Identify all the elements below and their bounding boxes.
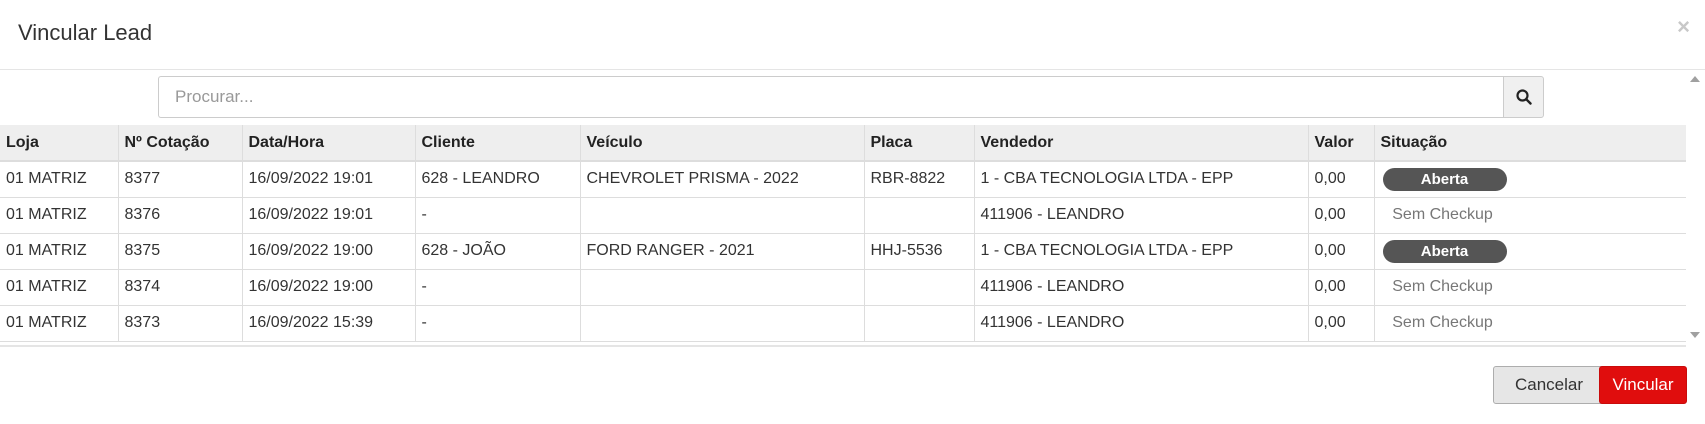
- cell-data-hora: 16/09/2022 19:00: [242, 269, 416, 305]
- cell-valor: 0,00: [1308, 161, 1375, 197]
- column-header-cotacao[interactable]: Nº Cotação: [118, 125, 243, 161]
- table-row[interactable]: 01 MATRIZ 8374 16/09/2022 19:00 - 411906…: [0, 269, 1686, 305]
- column-header-veiculo[interactable]: Veículo: [580, 125, 865, 161]
- cell-veiculo: [580, 305, 865, 341]
- cell-data-hora: 16/09/2022 19:01: [242, 197, 416, 233]
- table-row[interactable]: 01 MATRIZ 8373 16/09/2022 15:39 - 411906…: [0, 305, 1686, 341]
- vincular-button[interactable]: Vincular: [1599, 366, 1687, 404]
- cell-cotacao: 8374: [118, 269, 243, 305]
- search-icon: [1515, 89, 1532, 105]
- cell-situacao: Sem Checkup: [1374, 197, 1686, 233]
- cell-placa: [864, 305, 975, 341]
- cell-data-hora: 16/09/2022 19:00: [242, 233, 416, 269]
- search-button[interactable]: [1503, 76, 1544, 118]
- cell-vendedor: 411906 - LEANDRO: [974, 305, 1309, 341]
- cell-loja: 01 MATRIZ: [0, 161, 119, 197]
- cell-loja: 01 MATRIZ: [0, 269, 119, 305]
- cell-data-hora: 16/09/2022 19:01: [242, 161, 416, 197]
- cell-loja: 01 MATRIZ: [0, 233, 119, 269]
- cell-valor: 0,00: [1308, 269, 1375, 305]
- table-header-row: Loja Nº Cotação Data/Hora Cliente Veícul…: [0, 125, 1686, 161]
- leads-table: Loja Nº Cotação Data/Hora Cliente Veícul…: [0, 125, 1686, 342]
- vertical-scrollbar[interactable]: [1686, 70, 1705, 346]
- cell-situacao: Sem Checkup: [1374, 269, 1686, 305]
- status-text: Sem Checkup: [1392, 314, 1493, 331]
- cell-cotacao: 8376: [118, 197, 243, 233]
- status-badge: Aberta: [1382, 239, 1507, 263]
- cell-placa: RBR-8822: [864, 161, 975, 197]
- cell-valor: 0,00: [1308, 197, 1375, 233]
- cell-cliente: -: [415, 197, 581, 233]
- cell-situacao: Aberta: [1374, 233, 1686, 269]
- cell-situacao: Sem Checkup: [1374, 305, 1686, 341]
- search-bar: [158, 76, 1544, 118]
- cell-loja: 01 MATRIZ: [0, 197, 119, 233]
- cell-cotacao: 8377: [118, 161, 243, 197]
- close-icon[interactable]: ×: [1677, 16, 1690, 38]
- cell-situacao: Aberta: [1374, 161, 1686, 197]
- cell-cotacao: 8373: [118, 305, 243, 341]
- cell-cliente: -: [415, 269, 581, 305]
- cell-veiculo: FORD RANGER - 2021: [580, 233, 865, 269]
- status-text: Sem Checkup: [1392, 278, 1493, 295]
- cell-placa: [864, 269, 975, 305]
- cell-placa: HHJ-5536: [864, 233, 975, 269]
- column-header-situacao[interactable]: Situação: [1374, 125, 1686, 161]
- cell-valor: 0,00: [1308, 233, 1375, 269]
- cell-cotacao: 8375: [118, 233, 243, 269]
- cell-placa: [864, 197, 975, 233]
- table-divider: [0, 345, 1686, 347]
- column-header-cliente[interactable]: Cliente: [415, 125, 581, 161]
- status-badge: Aberta: [1382, 167, 1507, 191]
- table-row[interactable]: 01 MATRIZ 8376 16/09/2022 19:01 - 411906…: [0, 197, 1686, 233]
- column-header-loja[interactable]: Loja: [0, 125, 119, 161]
- modal-header: Vincular Lead ×: [0, 0, 1705, 70]
- status-text: Sem Checkup: [1392, 206, 1493, 223]
- cell-data-hora: 16/09/2022 15:39: [242, 305, 416, 341]
- cell-vendedor: 1 - CBA TECNOLOGIA LTDA - EPP: [974, 161, 1309, 197]
- cell-cliente: 628 - LEANDRO: [415, 161, 581, 197]
- column-header-data-hora[interactable]: Data/Hora: [242, 125, 416, 161]
- cell-veiculo: [580, 269, 865, 305]
- cancel-button[interactable]: Cancelar: [1493, 366, 1605, 404]
- modal-title: Vincular Lead: [18, 20, 153, 45]
- cell-loja: 01 MATRIZ: [0, 305, 119, 341]
- cell-vendedor: 1 - CBA TECNOLOGIA LTDA - EPP: [974, 233, 1309, 269]
- search-input[interactable]: [158, 76, 1503, 118]
- scroll-down-arrow-icon[interactable]: [1690, 332, 1700, 338]
- cell-vendedor: 411906 - LEANDRO: [974, 197, 1309, 233]
- column-header-vendedor[interactable]: Vendedor: [974, 125, 1309, 161]
- cell-cliente: 628 - JOÃO: [415, 233, 581, 269]
- cell-veiculo: CHEVROLET PRISMA - 2022: [580, 161, 865, 197]
- table-row[interactable]: 01 MATRIZ 8377 16/09/2022 19:01 628 - LE…: [0, 161, 1686, 197]
- cell-valor: 0,00: [1308, 305, 1375, 341]
- cell-veiculo: [580, 197, 865, 233]
- column-header-placa[interactable]: Placa: [864, 125, 975, 161]
- scroll-up-arrow-icon[interactable]: [1690, 76, 1700, 82]
- cell-cliente: -: [415, 305, 581, 341]
- cell-vendedor: 411906 - LEANDRO: [974, 269, 1309, 305]
- table-row[interactable]: 01 MATRIZ 8375 16/09/2022 19:00 628 - JO…: [0, 233, 1686, 269]
- leads-table-container: Loja Nº Cotação Data/Hora Cliente Veícul…: [0, 125, 1686, 346]
- column-header-valor[interactable]: Valor: [1308, 125, 1375, 161]
